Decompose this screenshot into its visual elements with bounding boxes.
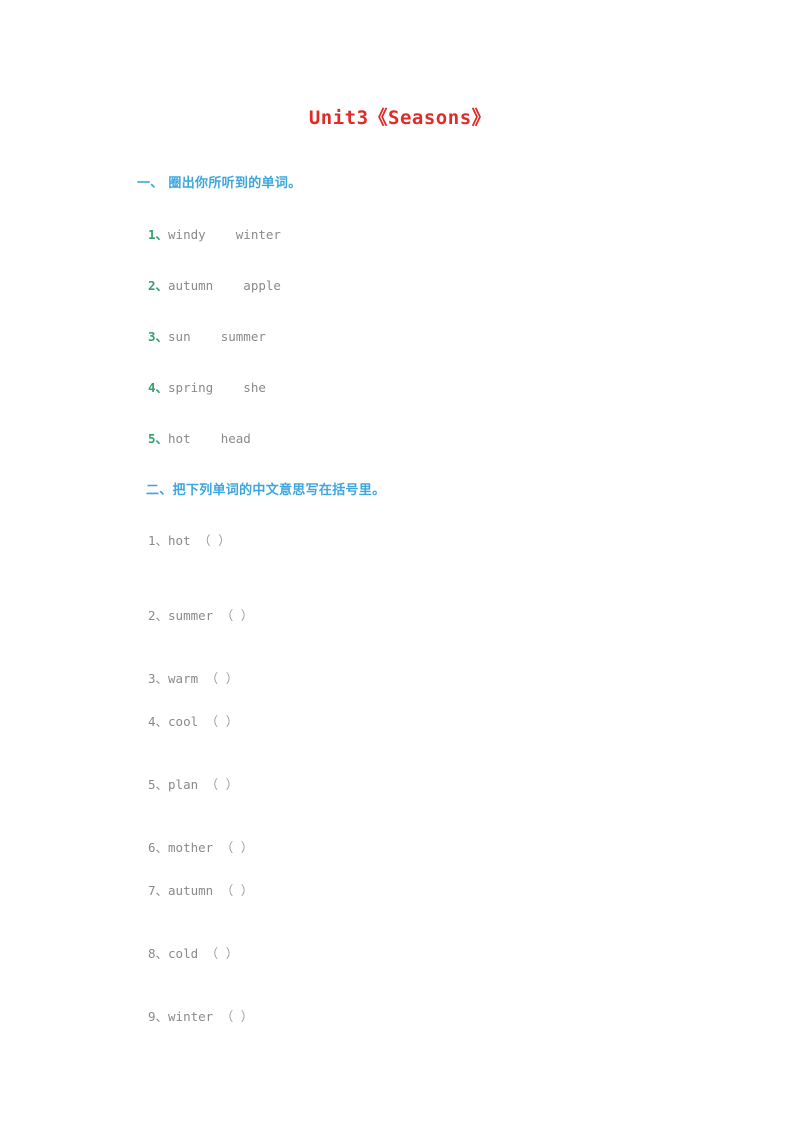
- answer-bracket[interactable]: （ ）: [206, 671, 239, 686]
- listening-choice-row: 2、autumn apple: [148, 275, 281, 294]
- page-title: Unit3《Seasons》: [308, 107, 492, 129]
- item-number: 9、: [148, 1009, 169, 1024]
- choice-word-a[interactable]: sun: [168, 329, 191, 344]
- bracket-gap: [213, 840, 221, 855]
- vocabulary-word: winter: [168, 1009, 214, 1024]
- item-number: 2、: [148, 608, 169, 623]
- choice-word-b[interactable]: summer: [221, 329, 266, 344]
- item-number: 5、: [148, 431, 169, 446]
- item-number: 5、: [148, 777, 169, 792]
- listening-choice-row: 4、spring she: [148, 377, 266, 396]
- bracket-gap: [191, 533, 199, 548]
- translation-row: 9、winter （ ）: [148, 1006, 253, 1025]
- choice-word-a[interactable]: hot: [168, 431, 191, 446]
- item-number: 3、: [148, 671, 169, 686]
- vocabulary-word: warm: [168, 671, 199, 686]
- bracket-gap: [198, 671, 206, 686]
- choice-word-b[interactable]: apple: [243, 278, 281, 293]
- section-two-heading: 二、把下列单词的中文意思写在括号里。: [146, 483, 386, 498]
- translation-row: 5、plan （ ）: [148, 774, 238, 793]
- choice-gap: [206, 227, 236, 242]
- listening-choice-row: 1、windy winter: [148, 224, 281, 243]
- translation-row: 8、cold （ ）: [148, 943, 238, 962]
- answer-bracket[interactable]: （ ）: [206, 714, 239, 729]
- choice-word-b[interactable]: head: [221, 431, 251, 446]
- vocabulary-word: mother: [168, 840, 214, 855]
- section-one-heading: 一、 圈出你所听到的单词。: [137, 176, 302, 191]
- vocabulary-word: plan: [168, 777, 199, 792]
- translation-row: 2、summer （ ）: [148, 605, 253, 624]
- item-number: 4、: [148, 714, 169, 729]
- choice-gap: [191, 431, 221, 446]
- listening-choice-row: 5、hot head: [148, 428, 251, 447]
- bracket-gap: [213, 883, 221, 898]
- translation-row: 3、warm （ ）: [148, 668, 238, 687]
- vocabulary-word: hot: [168, 533, 191, 548]
- choice-word-b[interactable]: winter: [236, 227, 281, 242]
- vocabulary-word: autumn: [168, 883, 214, 898]
- item-number: 3、: [148, 329, 169, 344]
- vocabulary-word: summer: [168, 608, 214, 623]
- item-number: 1、: [148, 533, 169, 548]
- translation-row: 1、hot （ ）: [148, 530, 231, 549]
- answer-bracket[interactable]: （ ）: [221, 1009, 254, 1024]
- answer-bracket[interactable]: （ ）: [206, 946, 239, 961]
- answer-bracket[interactable]: （ ）: [221, 608, 254, 623]
- choice-word-a[interactable]: autumn: [168, 278, 213, 293]
- answer-bracket[interactable]: （ ）: [221, 883, 254, 898]
- item-number: 2、: [148, 278, 169, 293]
- choice-word-b[interactable]: she: [243, 380, 266, 395]
- item-number: 6、: [148, 840, 169, 855]
- choice-word-a[interactable]: windy: [168, 227, 206, 242]
- answer-bracket[interactable]: （ ）: [198, 533, 231, 548]
- bracket-gap: [213, 1009, 221, 1024]
- bracket-gap: [198, 777, 206, 792]
- vocabulary-word: cool: [168, 714, 199, 729]
- item-number: 4、: [148, 380, 169, 395]
- answer-bracket[interactable]: （ ）: [206, 777, 239, 792]
- translation-row: 7、autumn （ ）: [148, 880, 253, 899]
- bracket-gap: [198, 714, 206, 729]
- bracket-gap: [198, 946, 206, 961]
- answer-bracket[interactable]: （ ）: [221, 840, 254, 855]
- item-number: 7、: [148, 883, 169, 898]
- choice-gap: [191, 329, 221, 344]
- choice-gap: [213, 380, 243, 395]
- translation-row: 4、cool （ ）: [148, 711, 238, 730]
- choice-gap: [213, 278, 243, 293]
- bracket-gap: [213, 608, 221, 623]
- item-number: 8、: [148, 946, 169, 961]
- choice-word-a[interactable]: spring: [168, 380, 213, 395]
- worksheet-page: Unit3《Seasons》 一、 圈出你所听到的单词。 1、windy win…: [0, 0, 800, 1132]
- item-number: 1、: [148, 227, 169, 242]
- translation-row: 6、mother （ ）: [148, 837, 253, 856]
- listening-choice-row: 3、sun summer: [148, 326, 266, 345]
- vocabulary-word: cold: [168, 946, 199, 961]
